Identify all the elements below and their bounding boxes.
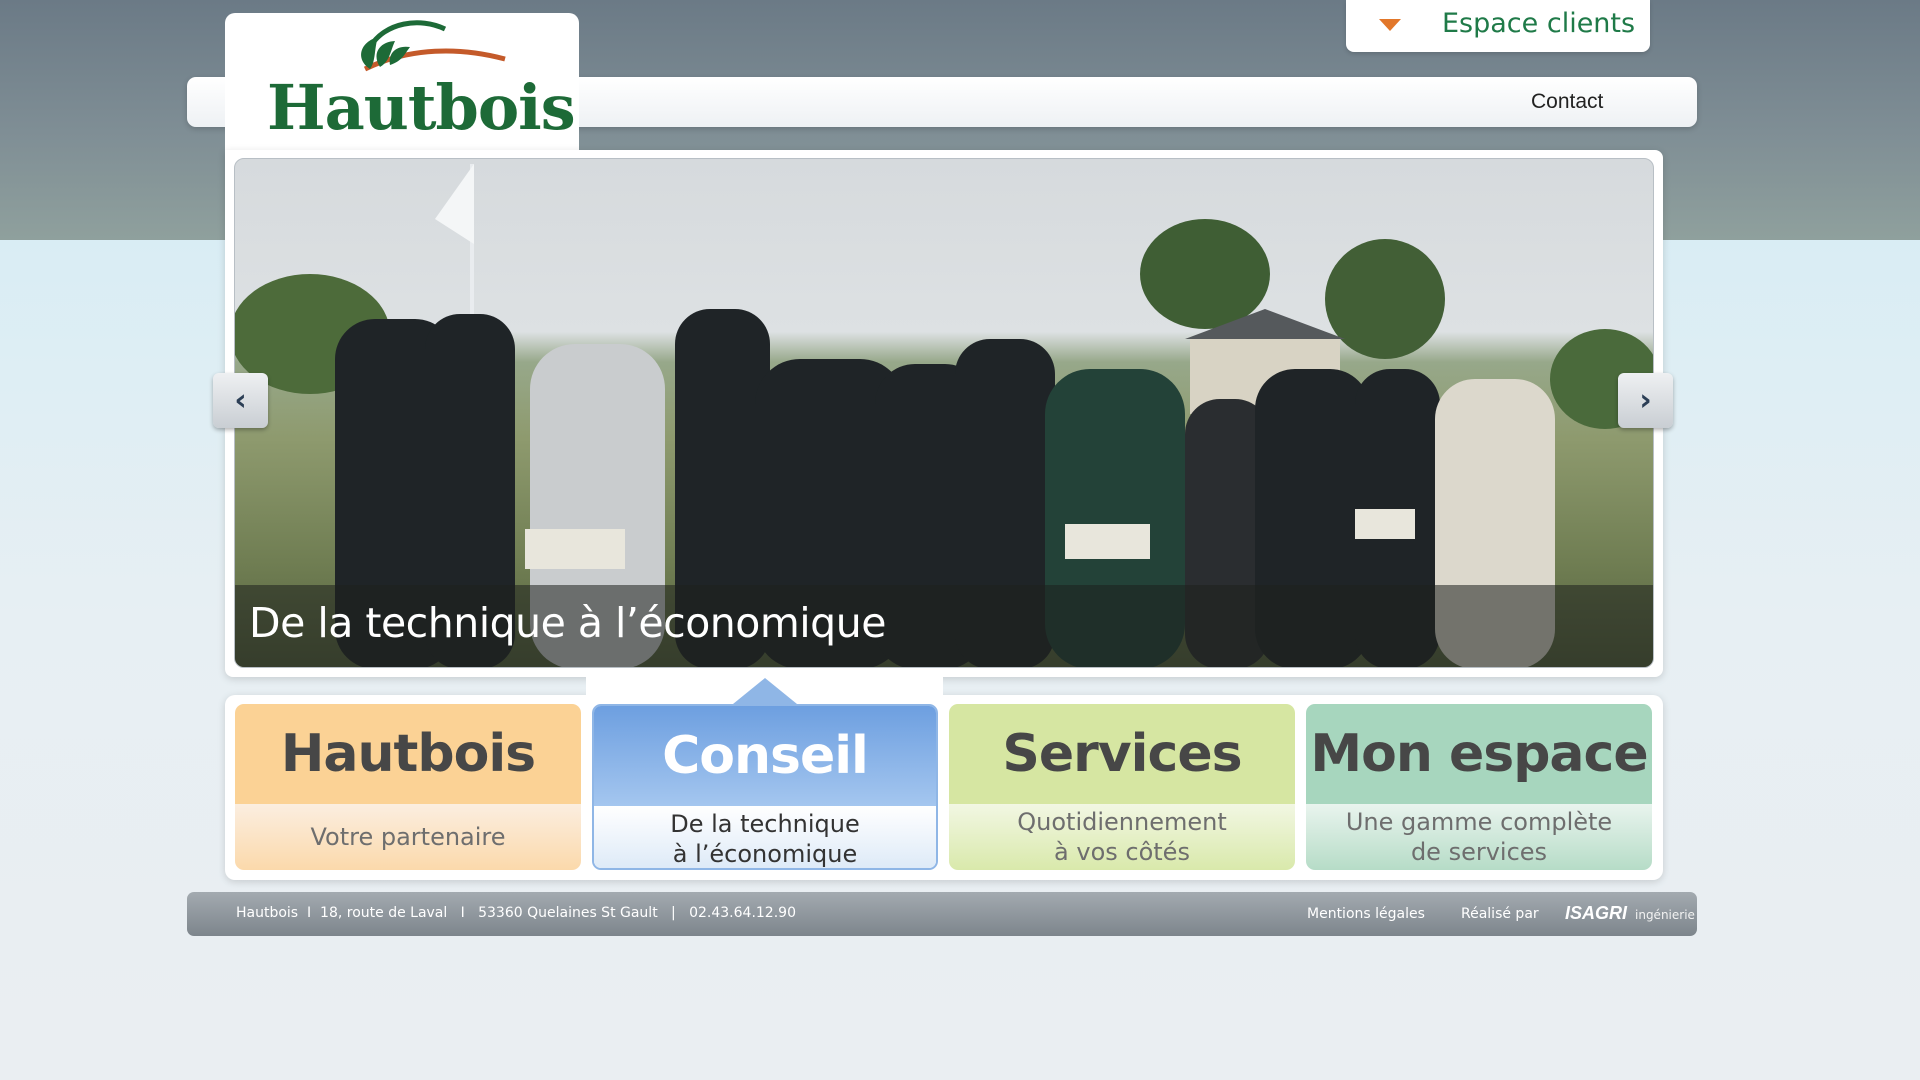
footer: Hautbois I 18, route de Laval I 53360 Qu… — [187, 892, 1697, 936]
logo-text: Hautbois — [267, 71, 576, 144]
prev-slide-button[interactable]: ‹ — [213, 373, 268, 428]
tile-title: Services — [949, 704, 1295, 804]
tile-subtitle: De la technique à l’économique — [594, 806, 936, 868]
realise-par-label: Réalisé par — [1461, 906, 1539, 922]
isagri-logo-link[interactable]: ISAGRI — [1565, 903, 1627, 924]
tile-title: Hautbois — [235, 704, 581, 804]
tile-subtitle: Quotidiennement à vos côtés — [949, 804, 1295, 870]
tile-title: Mon espace — [1306, 704, 1652, 804]
tile-hautbois[interactable]: Hautbois Votre partenaire — [235, 704, 581, 870]
tile-services[interactable]: Services Quotidiennement à vos côtés — [949, 704, 1295, 870]
ingenierie-label: ingénierie — [1635, 908, 1695, 922]
logo[interactable]: Hautbois — [225, 13, 579, 153]
caption-bar: De la technique à l’économique — [235, 585, 1653, 667]
contact-link[interactable]: Contact — [1531, 90, 1603, 114]
caret-down-icon — [1379, 19, 1401, 31]
tile-mon-espace[interactable]: Mon espace Une gamme complète de service… — [1306, 704, 1652, 870]
tile-conseil[interactable]: Conseil De la technique à l’économique — [592, 704, 938, 870]
chevron-left-icon: ‹ — [234, 383, 247, 418]
slider-image: De la technique à l’économique — [234, 158, 1654, 668]
tile-title: Conseil — [594, 706, 936, 806]
footer-address: Hautbois I 18, route de Laval I 53360 Qu… — [236, 905, 796, 921]
tile-subtitle: Une gamme complète de services — [1306, 804, 1652, 870]
tile-subtitle: Votre partenaire — [235, 804, 581, 870]
chevron-right-icon: › — [1639, 383, 1652, 418]
espace-clients-label: Espace clients — [1442, 8, 1636, 39]
next-slide-button[interactable]: › — [1618, 373, 1673, 428]
mentions-legales-link[interactable]: Mentions légales — [1307, 906, 1425, 922]
active-tile-pointer — [733, 678, 797, 704]
espace-clients-button[interactable]: Espace clients — [1346, 0, 1650, 52]
slide-caption: De la technique à l’économique — [249, 599, 886, 647]
